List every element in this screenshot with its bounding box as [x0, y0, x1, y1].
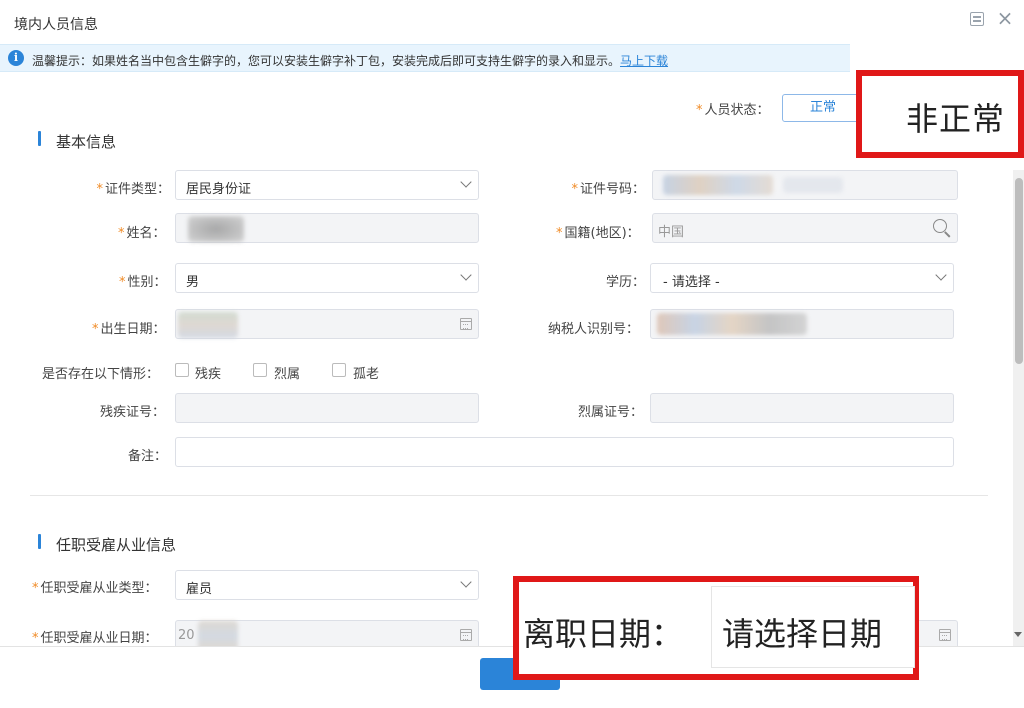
status-normal-button[interactable]: 正常 [782, 94, 864, 122]
chevron-down-icon [460, 269, 472, 281]
gender-label: * 性别： [119, 275, 167, 290]
dialog-title: 境内人员信息 [14, 17, 98, 33]
scrollbar-thumb[interactable] [1015, 178, 1023, 364]
callout-status: 非正常 [856, 70, 1024, 158]
nationality-label: * 国籍(地区)： [556, 226, 640, 241]
download-link[interactable]: 马上下载 [620, 54, 668, 68]
chevron-down-icon [460, 176, 472, 188]
section-marker [38, 131, 41, 146]
scroll-down-arrow-icon[interactable] [1014, 632, 1022, 637]
id-type-label: * 证件类型： [96, 182, 170, 197]
checkbox-disabled-label: 残疾 [195, 367, 222, 382]
checkbox-martyr-label: 烈属 [274, 367, 301, 382]
calendar-icon[interactable] [460, 629, 472, 641]
employment-date-value: 20 [178, 628, 195, 643]
remark-field[interactable] [175, 437, 954, 467]
maximize-icon[interactable] [970, 12, 984, 26]
calendar-icon[interactable] [460, 318, 472, 330]
martyr-no-field[interactable] [650, 393, 954, 423]
redacted-value [783, 177, 843, 193]
name-field[interactable] [175, 213, 479, 243]
search-icon[interactable] [933, 219, 951, 237]
disability-no-label: 残疾证号： [100, 405, 166, 420]
callout-leave-placeholder: 请选择日期 [722, 615, 883, 653]
martyr-no-label: 烈属证号： [578, 405, 644, 420]
education-select[interactable]: - 请选择 - [650, 263, 954, 293]
chevron-down-icon [935, 269, 947, 281]
nationality-field[interactable]: 中国 [652, 213, 958, 243]
callout-leave-date: 离职日期： 请选择日期 [513, 576, 919, 680]
employment-type-select[interactable]: 雇员 [175, 570, 479, 600]
callout-leave-label: 离职日期： [523, 615, 684, 653]
gender-select[interactable]: 男 [175, 263, 479, 293]
person-info-dialog: 境内人员信息 × i 温馨提示：如果姓名当中包含生僻字的，您可以安装生僻字补丁包… [0, 0, 1024, 708]
section-title-employment: 任职受雇从业信息 [56, 536, 177, 554]
employment-type-label: * 任职受雇从业类型： [32, 581, 158, 596]
info-icon: i [8, 50, 24, 66]
name-label: * 姓名： [118, 226, 166, 241]
birth-date-label: * 出生日期： [92, 322, 166, 337]
redacted-value [663, 175, 773, 195]
section-title-basic: 基本信息 [56, 133, 117, 151]
checkbox-elderly-label: 孤老 [353, 367, 380, 382]
checkbox-disabled[interactable] [175, 363, 189, 377]
employment-date-label: * 任职受雇从业日期： [32, 631, 158, 646]
section-divider [30, 495, 988, 496]
notice-text: 温馨提示：如果姓名当中包含生僻字的，您可以安装生僻字补丁包，安装完成后即可支持生… [32, 54, 669, 68]
education-label: 学历： [606, 275, 646, 290]
notice-banner: i 温馨提示：如果姓名当中包含生僻字的，您可以安装生僻字补丁包，安装完成后即可支… [0, 44, 850, 72]
close-icon[interactable]: × [996, 8, 1014, 28]
checkbox-elderly[interactable] [332, 363, 346, 377]
title-bar: 境内人员信息 × [0, 0, 1024, 44]
section-marker [38, 534, 41, 549]
taxpayer-id-field[interactable] [650, 309, 954, 339]
checkbox-martyr[interactable] [253, 363, 267, 377]
conditions-label: 是否存在以下情形： [42, 367, 160, 382]
id-type-value: 居民身份证 [186, 182, 252, 197]
nationality-value: 中国 [658, 225, 685, 240]
employment-type-value: 雇员 [186, 582, 213, 597]
redacted-value [188, 216, 244, 242]
id-number-label: * 证件号码： [571, 182, 645, 197]
disability-no-field[interactable] [175, 393, 479, 423]
id-number-field[interactable] [652, 170, 958, 200]
birth-date-field[interactable] [175, 309, 479, 339]
status-label: * 人员状态： [696, 103, 770, 118]
callout-status-text: 非正常 [906, 100, 1006, 138]
education-value: - 请选择 - [663, 275, 720, 290]
id-type-select[interactable]: 居民身份证 [175, 170, 479, 200]
redacted-value [657, 313, 807, 335]
calendar-icon[interactable] [939, 629, 951, 641]
chevron-down-icon [460, 576, 472, 588]
redacted-value [178, 312, 238, 338]
taxpayer-id-label: 纳税人识别号： [548, 322, 640, 337]
remark-label: 备注： [128, 449, 168, 464]
gender-value: 男 [186, 275, 200, 290]
